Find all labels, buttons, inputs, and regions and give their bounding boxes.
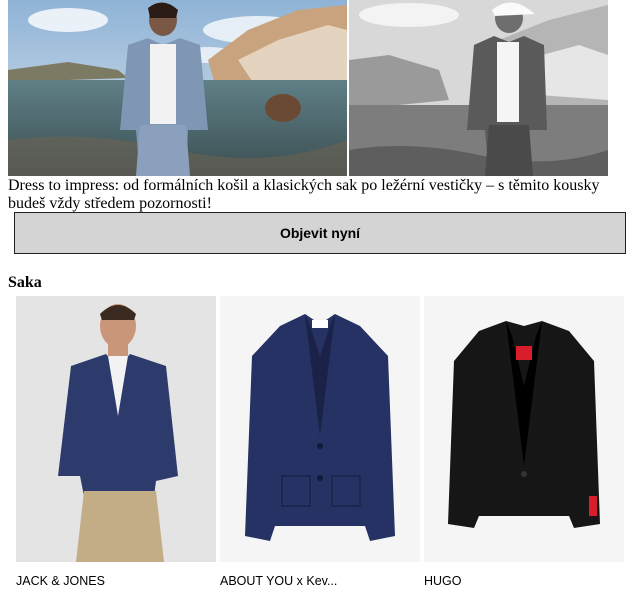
- product-brand[interactable]: JACK & JONES: [16, 574, 216, 588]
- product-image[interactable]: [220, 296, 420, 562]
- hero-image-bw[interactable]: [349, 0, 608, 176]
- hero-banner[interactable]: [8, 0, 608, 176]
- product-image[interactable]: [16, 296, 216, 562]
- product-brand[interactable]: ABOUT YOU x Kev...: [220, 574, 420, 588]
- discover-now-button[interactable]: Objevit nyní: [14, 212, 626, 254]
- product-card[interactable]: ABOUT YOU x Kev...: [220, 296, 420, 588]
- product-card[interactable]: JACK & JONES: [16, 296, 216, 588]
- hero-image-color[interactable]: [8, 0, 347, 176]
- product-card[interactable]: HUGO: [424, 296, 624, 588]
- product-brand[interactable]: HUGO: [424, 574, 624, 588]
- section-title: Saka: [8, 274, 42, 291]
- product-image[interactable]: [424, 296, 624, 562]
- intro-text: Dress to impress: od formálních košil a …: [8, 177, 600, 212]
